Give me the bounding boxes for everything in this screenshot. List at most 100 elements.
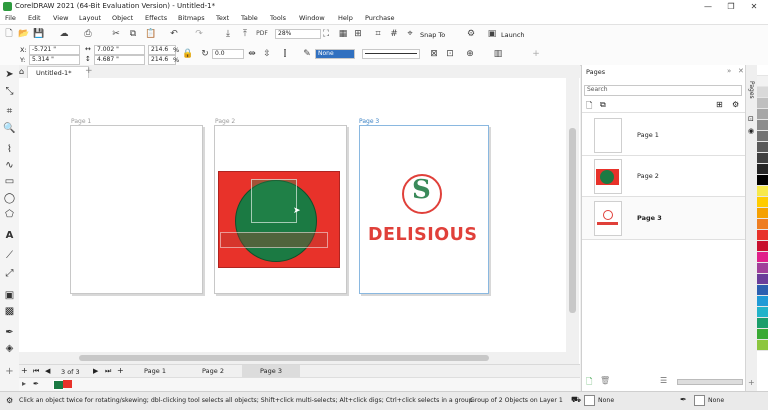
logo-letter[interactable]: S bbox=[412, 175, 431, 205]
palette-swatch[interactable] bbox=[757, 98, 768, 109]
home-icon[interactable]: ⌂ bbox=[19, 67, 24, 76]
menu-text[interactable]: Text bbox=[215, 13, 230, 24]
new-document-icon[interactable]: 🗋 bbox=[3, 28, 15, 40]
palette-swatch[interactable] bbox=[757, 186, 768, 197]
palette-swatch[interactable] bbox=[757, 274, 768, 285]
vertical-scroll-thumb[interactable] bbox=[569, 128, 576, 313]
palette-eyedropper-icon[interactable]: ✒ bbox=[33, 380, 39, 388]
scale-x-field[interactable]: 214.6 bbox=[148, 45, 176, 55]
selection-box-bottom[interactable] bbox=[220, 232, 328, 248]
palette-swatch[interactable] bbox=[757, 318, 768, 329]
cloud-icon[interactable]: ☁ bbox=[58, 28, 70, 40]
side-tab-icon-2[interactable]: ◉ bbox=[748, 127, 754, 135]
palette-swatch[interactable] bbox=[757, 296, 768, 307]
polygon-tool-icon[interactable]: ⬠ bbox=[3, 208, 16, 221]
pages-search-input[interactable]: Search bbox=[584, 85, 742, 96]
palette-swatch[interactable] bbox=[757, 142, 768, 153]
add-page-before-icon[interactable]: + bbox=[21, 366, 28, 375]
pick-tool-icon[interactable]: ➤ bbox=[3, 68, 16, 81]
palette-swatch[interactable] bbox=[757, 252, 768, 263]
palette-swatch[interactable] bbox=[757, 65, 768, 76]
ungroup-all-icon[interactable]: ⊡ bbox=[444, 48, 456, 60]
menu-view[interactable]: View bbox=[52, 13, 69, 24]
thumbnail-size-icon[interactable]: ☰ bbox=[660, 376, 667, 385]
add-docker-icon[interactable]: + bbox=[748, 378, 755, 387]
previous-page-icon[interactable]: ◀ bbox=[45, 367, 50, 375]
artistic-media-icon[interactable]: ∿ bbox=[3, 159, 16, 172]
last-page-icon[interactable]: ⏭ bbox=[105, 367, 111, 376]
palette-swatch[interactable] bbox=[757, 197, 768, 208]
cut-icon[interactable]: ✂ bbox=[110, 28, 122, 40]
palette-swatch[interactable] bbox=[757, 164, 768, 175]
palette-swatch[interactable] bbox=[757, 340, 768, 351]
menu-purchase[interactable]: Purchase bbox=[364, 13, 396, 24]
rotation-field[interactable]: 0.0 bbox=[212, 49, 244, 59]
page-list-item-1[interactable]: Page 1 bbox=[582, 112, 745, 153]
delete-page-icon[interactable]: 🗑 bbox=[600, 376, 610, 385]
palette-swatch[interactable] bbox=[757, 131, 768, 142]
fill-select[interactable]: None bbox=[315, 49, 355, 59]
paste-icon[interactable]: 📋 bbox=[145, 28, 157, 40]
crop-tool-icon[interactable]: ⌗ bbox=[3, 105, 16, 118]
page-1[interactable] bbox=[70, 125, 203, 294]
transparency-tool-icon[interactable]: ▩ bbox=[3, 305, 16, 318]
duplicate-page-icon[interactable]: ⧉ bbox=[600, 100, 606, 110]
restore-button[interactable]: ❐ bbox=[721, 1, 741, 12]
palette-swatch[interactable] bbox=[757, 285, 768, 296]
new-page-icon[interactable]: 🗋 bbox=[586, 376, 592, 390]
export-icon[interactable]: ⤒ bbox=[239, 28, 251, 40]
palette-swatch[interactable] bbox=[757, 241, 768, 252]
palette-arrow-icon[interactable]: ▸ bbox=[22, 379, 26, 388]
doc-color-red[interactable] bbox=[63, 380, 72, 388]
parallel-dimension-icon[interactable]: ⟋ bbox=[3, 249, 16, 262]
freehand-tool-icon[interactable]: ⌇ bbox=[3, 143, 16, 156]
eyedropper-icon[interactable]: ✒ bbox=[3, 326, 16, 339]
copy-icon[interactable]: ⧉ bbox=[127, 28, 139, 40]
palette-swatch[interactable] bbox=[757, 109, 768, 120]
connector-tool-icon[interactable]: ⤢ bbox=[3, 267, 16, 280]
palette-swatch[interactable] bbox=[757, 153, 768, 164]
palette-swatch[interactable] bbox=[757, 263, 768, 274]
menu-bitmaps[interactable]: Bitmaps bbox=[177, 13, 206, 24]
snap-icon[interactable]: ⌖ bbox=[404, 28, 416, 40]
interactive-fill-icon[interactable]: ◈ bbox=[3, 342, 16, 355]
menu-tools[interactable]: Tools bbox=[269, 13, 287, 24]
thumbnail-size-slider[interactable] bbox=[677, 379, 743, 385]
width-field[interactable]: 7.002 " bbox=[94, 45, 145, 55]
selection-box-top[interactable] bbox=[251, 179, 297, 223]
height-field[interactable]: 4.687 " bbox=[94, 55, 145, 65]
palette-swatch[interactable] bbox=[757, 307, 768, 318]
y-position-field[interactable]: 5.314 " bbox=[29, 55, 80, 65]
quick-customize-icon[interactable]: ⊕ bbox=[464, 48, 476, 60]
menu-window[interactable]: Window bbox=[298, 13, 326, 24]
page-list-item-2[interactable]: Page 2 bbox=[582, 155, 745, 196]
lock-ratio-icon[interactable]: 🔒 bbox=[182, 48, 194, 60]
minimize-button[interactable]: — bbox=[698, 1, 718, 12]
rectangle-tool-icon[interactable]: ▭ bbox=[3, 175, 16, 188]
palette-swatch[interactable] bbox=[757, 175, 768, 186]
page-2[interactable]: ➤ bbox=[214, 125, 347, 294]
menu-object[interactable]: Object bbox=[111, 13, 134, 24]
page-3[interactable]: S DELISIOUS bbox=[359, 125, 489, 294]
print-icon[interactable]: ⎙ bbox=[82, 28, 94, 40]
menu-effects[interactable]: Effects bbox=[144, 13, 168, 24]
combine-icon[interactable]: ▥ bbox=[492, 48, 504, 60]
publish-pdf-icon[interactable]: PDF bbox=[256, 28, 268, 40]
panel-settings-icon[interactable]: ⚙ bbox=[732, 100, 739, 109]
status-gear-icon[interactable]: ⚙ bbox=[6, 396, 13, 405]
ellipse-tool-icon[interactable]: ◯ bbox=[3, 192, 16, 205]
import-icon[interactable]: ⤓ bbox=[222, 28, 234, 40]
open-icon[interactable]: 📂 bbox=[18, 28, 30, 40]
shape-tool-icon[interactable]: ⤡ bbox=[3, 85, 16, 98]
drawing-canvas[interactable]: Page 1 Page 2 ➤ Page 3 S DELISIOUS bbox=[19, 78, 580, 365]
rulers-icon[interactable]: ▦ bbox=[337, 28, 349, 40]
page-view-options-icon[interactable]: ⊞ bbox=[716, 100, 723, 109]
palette-swatch[interactable] bbox=[757, 120, 768, 131]
horizontal-scroll-thumb[interactable] bbox=[79, 355, 489, 361]
menu-help[interactable]: Help bbox=[337, 13, 354, 24]
launch-dropdown[interactable]: Launch bbox=[501, 31, 525, 39]
pages-side-tab[interactable]: Pages bbox=[748, 81, 755, 99]
first-page-icon[interactable]: ⏮ bbox=[33, 367, 39, 376]
align-icon[interactable]: ⫿ bbox=[279, 48, 291, 60]
palette-swatch[interactable] bbox=[757, 87, 768, 98]
